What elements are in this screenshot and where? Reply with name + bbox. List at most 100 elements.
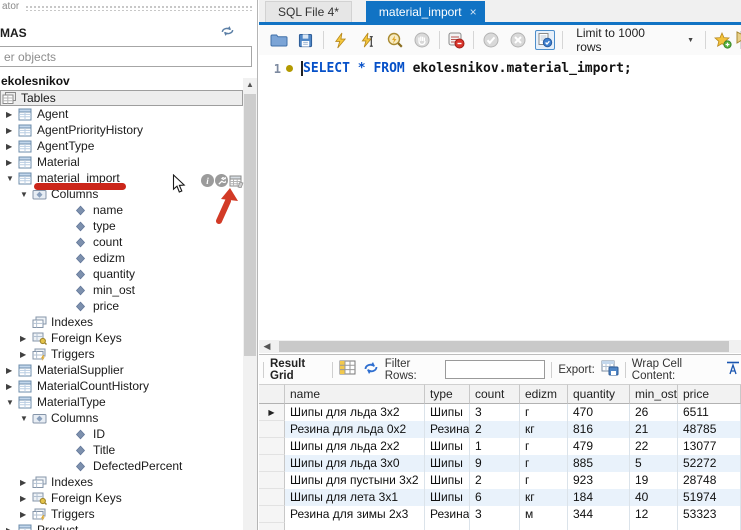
tree-item-foreign-keys[interactable]: ▶Foreign Keys [0, 330, 243, 346]
grid-cell[interactable]: 5 [630, 455, 678, 472]
explain-plan-button[interactable] [385, 30, 405, 50]
tree-item-type[interactable]: type [0, 218, 243, 234]
tree-item-quantity[interactable]: quantity [0, 266, 243, 282]
scroll-up-icon[interactable]: ▲ [243, 78, 257, 92]
grid-cell[interactable]: 479 [568, 438, 630, 455]
stop-query-button[interactable] [412, 30, 432, 50]
tab-material-import[interactable]: material_import × [366, 1, 485, 22]
chevron-right-icon[interactable]: ▶ [6, 158, 18, 167]
rollback-button[interactable] [508, 30, 528, 50]
close-tab-icon[interactable]: × [470, 5, 477, 19]
tree-item-count[interactable]: count [0, 234, 243, 250]
grid-cell[interactable]: 3 [470, 506, 520, 523]
grid-cell[interactable]: 9 [470, 455, 520, 472]
chevron-right-icon[interactable]: ▶ [20, 494, 32, 503]
grid-cell[interactable]: Шипы [425, 404, 470, 421]
chevron-right-icon[interactable]: ▶ [6, 382, 18, 391]
grid-cell[interactable]: кг [520, 421, 568, 438]
grid-cell[interactable]: 6 [470, 489, 520, 506]
tree-item-materialtype[interactable]: ▼MaterialType [0, 394, 243, 410]
tree-item-agent[interactable]: ▶Agent [0, 106, 243, 122]
refresh-results-icon[interactable] [363, 361, 379, 378]
grid-view-icon[interactable] [339, 360, 357, 379]
row-marker[interactable] [259, 489, 285, 506]
grid-cell[interactable]: кг [520, 489, 568, 506]
row-marker[interactable] [259, 523, 285, 530]
grid-cell[interactable]: 28748 [678, 472, 741, 489]
chevron-right-icon[interactable]: ▶ [20, 334, 32, 343]
row-marker[interactable] [259, 506, 285, 523]
grid-cell[interactable]: г [520, 472, 568, 489]
grid-cell[interactable]: 52272 [678, 455, 741, 472]
refresh-schemas-icon[interactable] [220, 24, 235, 42]
sidebar-scrollbar[interactable]: ▲ [243, 78, 257, 530]
tree-item-material[interactable]: ▶Material [0, 154, 243, 170]
grid-cell[interactable]: 344 [568, 506, 630, 523]
tree-item-title[interactable]: Title [0, 442, 243, 458]
grid-cell[interactable]: Шипы для пустыни 3x2 [285, 472, 425, 489]
chevron-right-icon[interactable]: ▶ [20, 478, 32, 487]
tree-item-agenttype[interactable]: ▶AgentType [0, 138, 243, 154]
grid-cell[interactable]: 470 [568, 404, 630, 421]
tree-item-agentpriorityhistory[interactable]: ▶AgentPriorityHistory [0, 122, 243, 138]
chevron-down-icon[interactable]: ▼ [20, 414, 32, 423]
open-file-button[interactable] [269, 30, 289, 50]
chevron-right-icon[interactable]: ▶ [6, 110, 18, 119]
row-marker[interactable] [259, 421, 285, 438]
chevron-down-icon[interactable]: ▼ [6, 398, 18, 407]
grid-cell[interactable]: Резина для льда 0x2 [285, 421, 425, 438]
grid-cell[interactable]: 48785 [678, 421, 741, 438]
grid-cell[interactable]: 13077 [678, 438, 741, 455]
grid-cell[interactable]: Шипы [425, 438, 470, 455]
tree-item-name[interactable]: name [0, 202, 243, 218]
grid-cell[interactable]: Шипы для льда 2x2 [285, 438, 425, 455]
tree-item-tables[interactable]: Tables [0, 90, 243, 106]
chevron-right-icon[interactable]: ▶ [6, 126, 18, 135]
grid-cell[interactable]: 184 [568, 489, 630, 506]
editor-horizontal-scrollbar[interactable]: ◀ [259, 340, 741, 353]
tree-item-defectedpercent[interactable]: DefectedPercent [0, 458, 243, 474]
export-button[interactable] [601, 360, 619, 379]
grid-cell[interactable]: г [520, 455, 568, 472]
grid-cell[interactable]: 1 [470, 438, 520, 455]
row-marker[interactable] [259, 472, 285, 489]
save-snippet-button[interactable] [713, 30, 733, 50]
tree-item-min-ost[interactable]: min_ost [0, 282, 243, 298]
tab-sql-file-4[interactable]: SQL File 4* [265, 1, 352, 22]
current-row-marker-icon[interactable]: ▶ [259, 404, 285, 421]
chevron-right-icon[interactable]: ▶ [6, 142, 18, 151]
grid-cell[interactable]: 21 [630, 421, 678, 438]
grid-cell[interactable]: Шипы [425, 489, 470, 506]
toggle-autocommit-button[interactable] [535, 30, 555, 50]
grid-cell[interactable]: Резина [425, 421, 470, 438]
grid-cell[interactable]: Резина для зимы 2x3 [285, 506, 425, 523]
tree-item-triggers[interactable]: ▶Triggers [0, 346, 243, 362]
grid-cell[interactable]: Шипы для лета 3x1 [285, 489, 425, 506]
execute-statement-button[interactable] [358, 30, 378, 50]
chevron-down-icon[interactable]: ▼ [6, 174, 18, 183]
grid-cell[interactable]: 6511 [678, 404, 741, 421]
toggle-stop-on-error-button[interactable] [447, 30, 467, 50]
grid-cell[interactable]: 12 [630, 506, 678, 523]
tree-item-id[interactable]: ID [0, 426, 243, 442]
sql-editor[interactable]: 1 SELECT * FROM ekolesnikov.material_imp… [259, 55, 741, 340]
tree-item-price[interactable]: price [0, 298, 243, 314]
chevron-right-icon[interactable]: ▶ [6, 526, 18, 530]
scrollbar-thumb[interactable] [244, 94, 256, 356]
grid-cell[interactable]: 885 [568, 455, 630, 472]
row-marker[interactable] [259, 438, 285, 455]
grid-cell[interactable]: м [520, 506, 568, 523]
execute-query-button[interactable] [331, 30, 351, 50]
tree-item-indexes[interactable]: Indexes [0, 314, 243, 330]
scrollbar-thumb[interactable] [279, 341, 729, 352]
tree-item-materialsupplier[interactable]: ▶MaterialSupplier [0, 362, 243, 378]
grid-cell[interactable]: г [520, 438, 568, 455]
scroll-left-icon[interactable]: ◀ [259, 340, 275, 353]
chevron-right-icon[interactable]: ▶ [6, 366, 18, 375]
chevron-right-icon[interactable]: ▶ [20, 350, 32, 359]
tree-item-edizm[interactable]: edizm [0, 250, 243, 266]
grid-cell[interactable]: 2 [470, 472, 520, 489]
grid-cell[interactable]: 26 [630, 404, 678, 421]
tree-item-foreign-keys[interactable]: ▶Foreign Keys [0, 490, 243, 506]
tree-item-product[interactable]: ▶Product [0, 522, 243, 530]
